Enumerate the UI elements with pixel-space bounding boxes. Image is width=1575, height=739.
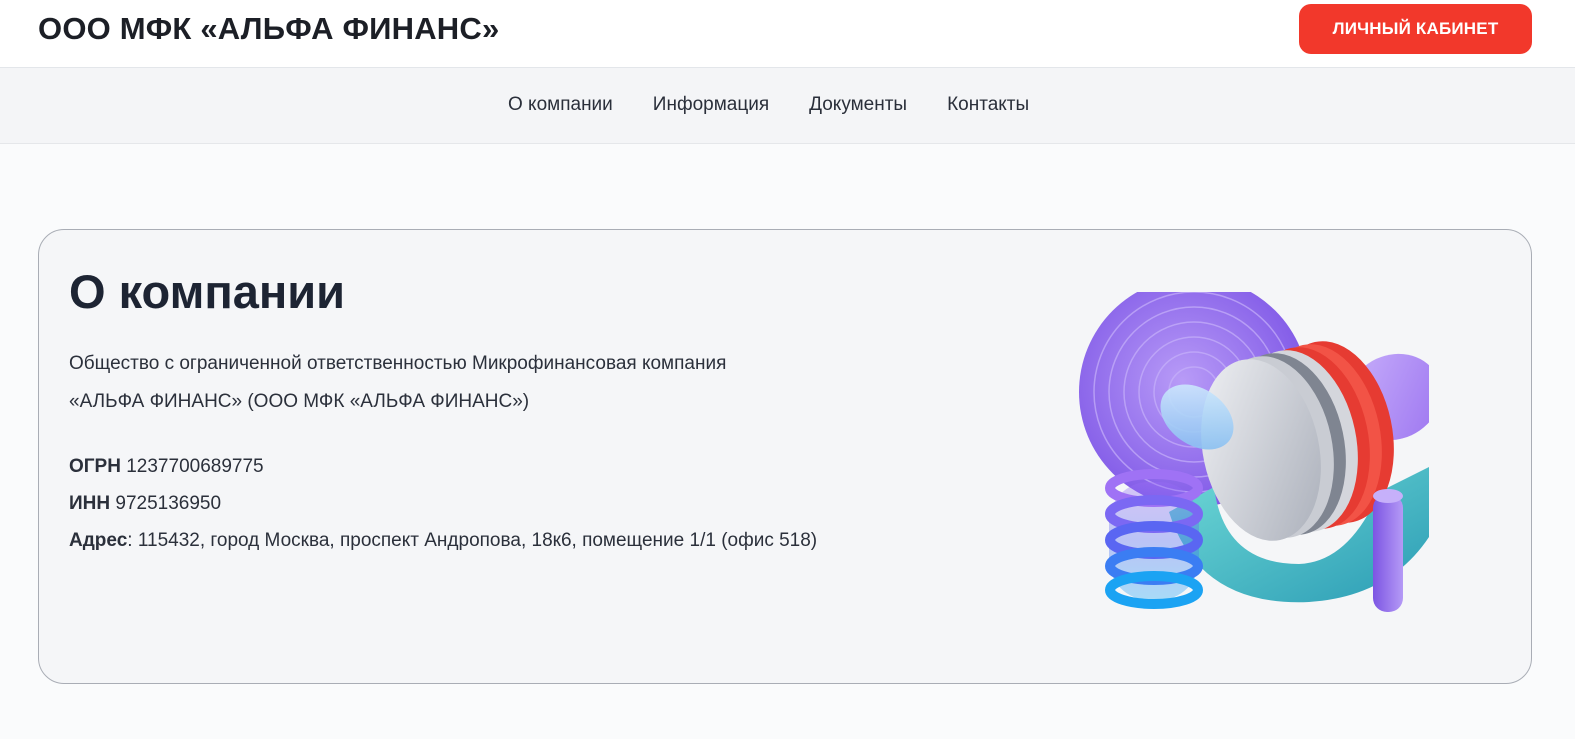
description-line-2: «АЛЬФА ФИНАНС» (ООО МФК «АЛЬФА ФИНАНС») [69,391,530,412]
purple-rod-shape [1373,489,1403,612]
nav-item-information[interactable]: Информация [653,94,769,116]
brand-name[interactable]: ООО МФК «АЛЬФА ФИНАНС» [38,11,499,47]
spring-shape [1105,469,1203,609]
inn-value: 9725136950 [115,493,222,514]
address-value: : 115432, город Москва, проспект Андропо… [127,530,818,551]
inn-label: ИНН [69,493,111,514]
company-description: Общество с ограниченной ответственностью… [69,345,829,421]
nav-item-about[interactable]: О компании [508,94,613,116]
nav-item-contacts[interactable]: Контакты [947,94,1029,116]
finance-illustration [1079,292,1429,612]
address-row: Адрес: 115432, город Москва, проспект Ан… [69,530,817,552]
personal-cabinet-button[interactable]: ЛИЧНЫЙ КАБИНЕТ [1299,4,1532,54]
address-label: Адрес [69,530,128,551]
nav-links: О компании Информация Документы Контакты [508,94,1029,116]
top-header: ООО МФК «АЛЬФА ФИНАНС» ЛИЧНЫЙ КАБИНЕТ [0,0,1575,68]
about-card: О компании Общество с ограниченной ответ… [38,229,1532,684]
ogrn-label: ОГРН [69,456,121,477]
about-title: О компании [69,265,346,318]
description-line-1: Общество с ограниченной ответственностью… [69,353,727,374]
main-navigation: О компании Информация Документы Контакты [0,68,1575,144]
ogrn-row: ОГРН 1237700689775 [69,456,264,478]
nav-item-documents[interactable]: Документы [809,94,907,116]
ogrn-value: 1237700689775 [126,456,264,477]
inn-row: ИНН 9725136950 [69,493,221,515]
